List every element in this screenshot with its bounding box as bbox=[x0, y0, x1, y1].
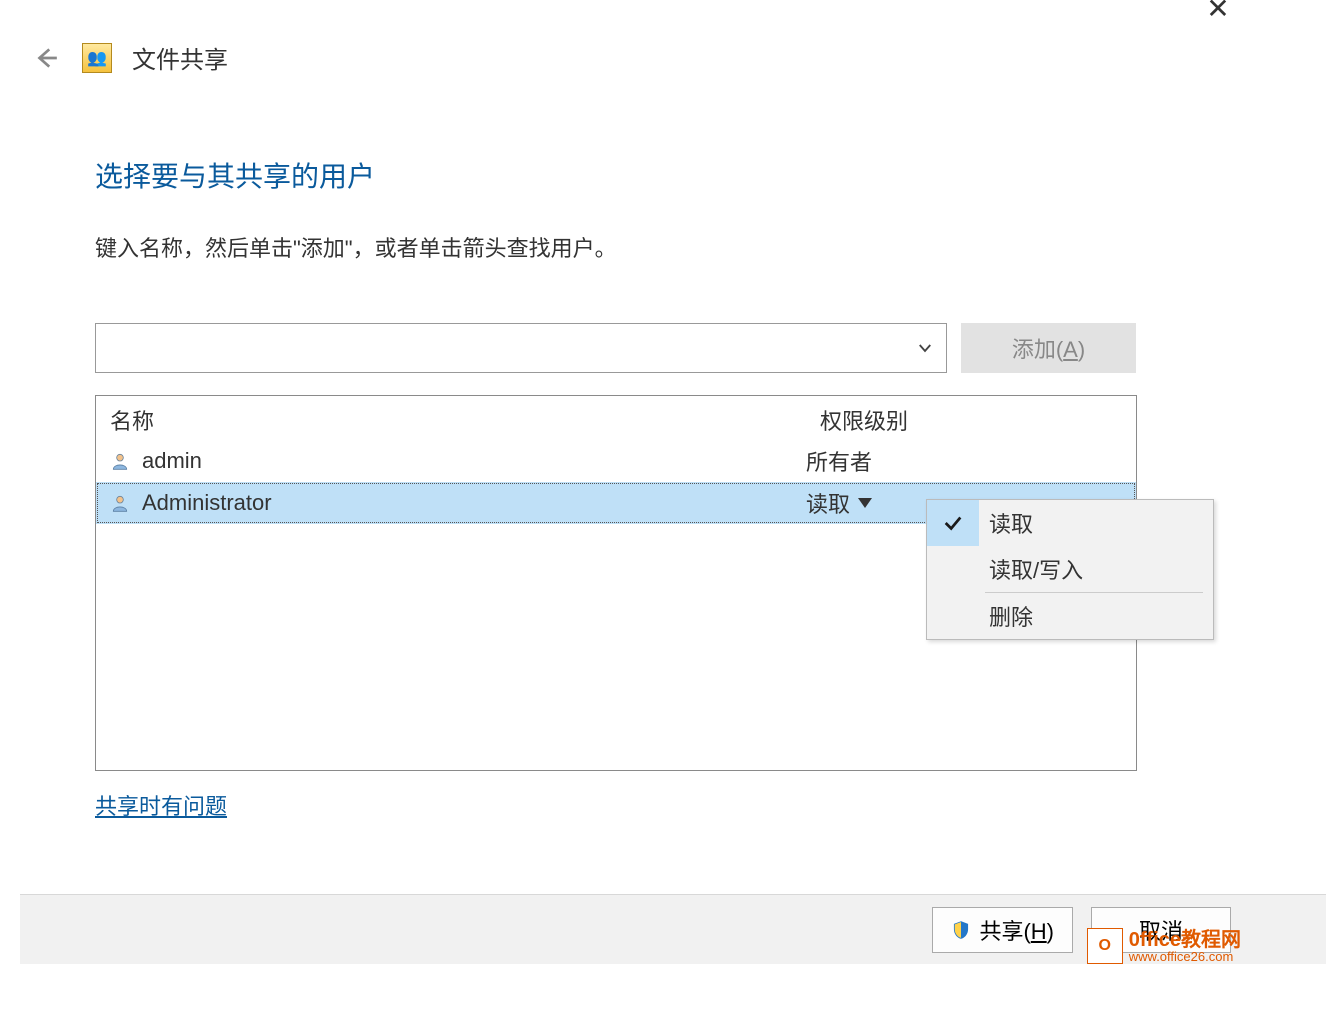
menu-label: 删除 bbox=[979, 600, 1033, 632]
check-column bbox=[927, 500, 979, 546]
check-column bbox=[927, 546, 979, 592]
user-input[interactable] bbox=[108, 337, 916, 360]
page-subtext: 键入名称，然后单击"添加"，或者单击箭头查找用户。 bbox=[95, 231, 1231, 263]
list-row[interactable]: admin 所有者 bbox=[96, 440, 1136, 482]
menu-item-readwrite[interactable]: 读取/写入 bbox=[927, 546, 1213, 592]
arrow-left-icon bbox=[33, 45, 59, 71]
check-icon bbox=[942, 512, 964, 534]
row-name-text: admin bbox=[142, 448, 202, 474]
triangle-down-icon bbox=[858, 498, 872, 508]
window-header: 文件共享 bbox=[0, 0, 1326, 75]
help-link[interactable]: 共享时有问题 bbox=[95, 789, 227, 821]
close-button[interactable]: ✕ bbox=[1198, 0, 1238, 20]
row-permission-text: 读取 bbox=[806, 487, 850, 519]
chevron-down-icon[interactable] bbox=[916, 339, 934, 357]
menu-label: 读取 bbox=[979, 507, 1033, 539]
user-icon bbox=[110, 493, 130, 513]
menu-item-read[interactable]: 读取 bbox=[927, 500, 1213, 546]
watermark: O 0ffice教程网 www.office26.com bbox=[1087, 928, 1241, 964]
list-header: 名称 权限级别 bbox=[96, 396, 1136, 440]
column-permission[interactable]: 权限级别 bbox=[820, 404, 1122, 436]
row-permission-text: 所有者 bbox=[806, 445, 872, 477]
add-button: 添加(A) bbox=[961, 323, 1136, 373]
menu-label: 读取/写入 bbox=[979, 553, 1083, 585]
close-icon: ✕ bbox=[1206, 0, 1229, 25]
back-button[interactable] bbox=[30, 42, 62, 74]
column-name[interactable]: 名称 bbox=[110, 404, 820, 436]
window-title: 文件共享 bbox=[132, 40, 228, 75]
watermark-badge: O bbox=[1087, 928, 1123, 964]
watermark-text: 0ffice教程网 www.office26.com bbox=[1129, 930, 1241, 963]
user-icon bbox=[110, 451, 130, 471]
share-button[interactable]: 共享(H) bbox=[932, 907, 1073, 953]
row-name-text: Administrator bbox=[142, 490, 272, 516]
user-combo[interactable] bbox=[95, 323, 947, 373]
check-column bbox=[927, 593, 979, 639]
shield-icon bbox=[951, 920, 971, 940]
page-heading: 选择要与其共享的用户 bbox=[95, 155, 1231, 195]
permission-menu: 读取 读取/写入 删除 bbox=[926, 499, 1214, 640]
file-sharing-icon bbox=[82, 43, 112, 73]
menu-item-remove[interactable]: 删除 bbox=[927, 593, 1213, 639]
